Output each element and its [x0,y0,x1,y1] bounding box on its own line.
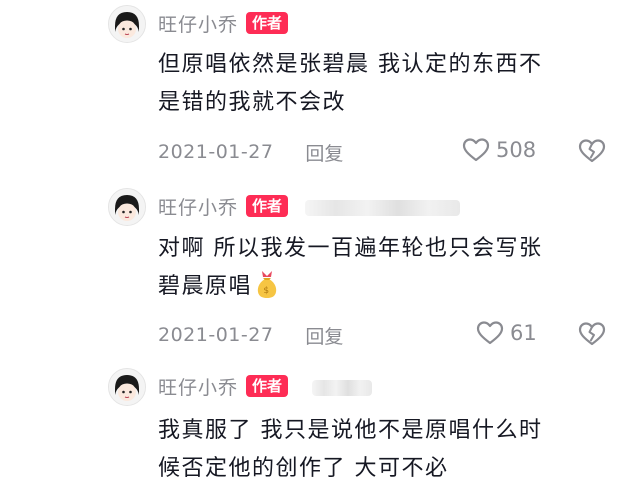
author-badge: 作者 [246,375,289,397]
comment-header: 旺仔小乔 作者 [158,192,289,220]
avatar[interactable] [108,368,146,406]
avatar[interactable] [108,188,146,226]
comment-text-line: 我真服了 我只是说他不是原唱什么时 [158,418,543,443]
dislike-button[interactable] [578,321,606,351]
comment-text-line: 是错的我就不会改 [158,90,347,115]
blurred-text [305,200,460,216]
blurred-text [312,380,372,396]
comment-header: 旺仔小乔 作者 [158,9,289,37]
reply-button[interactable]: 回复 [305,322,343,349]
comment-meta: 2021-01-27 回复 [158,137,610,167]
reply-button[interactable]: 回复 [305,139,343,166]
like-button[interactable]: 61 [476,320,537,346]
like-count: 61 [510,321,537,345]
like-count: 508 [496,138,537,162]
heart-icon [462,138,490,162]
comment-item: 旺仔小乔 作者 对啊 所以我发一百遍年轮也只会写张 碧晨原唱 $ 2021-01… [0,178,640,358]
like-button[interactable]: 508 [462,137,536,163]
username[interactable]: 旺仔小乔 [158,10,238,37]
author-badge: 作者 [246,12,289,34]
comment-text-line-with-emoji: 碧晨原唱 $ [158,268,608,312]
username[interactable]: 旺仔小乔 [158,373,238,400]
comment-item: 旺仔小乔 作者 但原唱依然是张碧晨 我认定的东西不 是错的我就不会改 2021-… [0,0,640,175]
comment-meta: 2021-01-27 回复 [158,320,610,350]
comment-text: 对啊 所以我发一百遍年轮也只会写张 碧晨原唱 $ [158,230,608,312]
broken-heart-icon [578,322,606,346]
dislike-button[interactable] [578,138,606,168]
comment-text: 我真服了 我只是说他不是原唱什么时 候否定他的创作了 大可不必 [158,412,608,488]
comment-text-line: 候否定他的创作了 大可不必 [158,456,449,481]
heart-icon [476,321,504,345]
comment-text-line: 碧晨原唱 [158,274,253,299]
comment-item: 旺仔小乔 作者 我真服了 我只是说他不是原唱什么时 候否定他的创作了 大可不必 [0,360,640,485]
comment-text: 但原唱依然是张碧晨 我认定的东西不 是错的我就不会改 [158,46,608,122]
comment-header: 旺仔小乔 作者 [158,372,289,400]
author-badge: 作者 [246,195,289,217]
comment-date: 2021-01-27 [158,141,274,163]
comment-date: 2021-01-27 [158,324,274,346]
avatar[interactable] [108,5,146,43]
broken-heart-icon [578,139,606,163]
money-bag-emoji: $ [254,269,280,312]
svg-text:$: $ [263,286,270,296]
comment-text-line: 对啊 所以我发一百遍年轮也只会写张 [158,236,543,261]
username[interactable]: 旺仔小乔 [158,193,238,220]
comment-text-line: 但原唱依然是张碧晨 我认定的东西不 [158,52,543,77]
